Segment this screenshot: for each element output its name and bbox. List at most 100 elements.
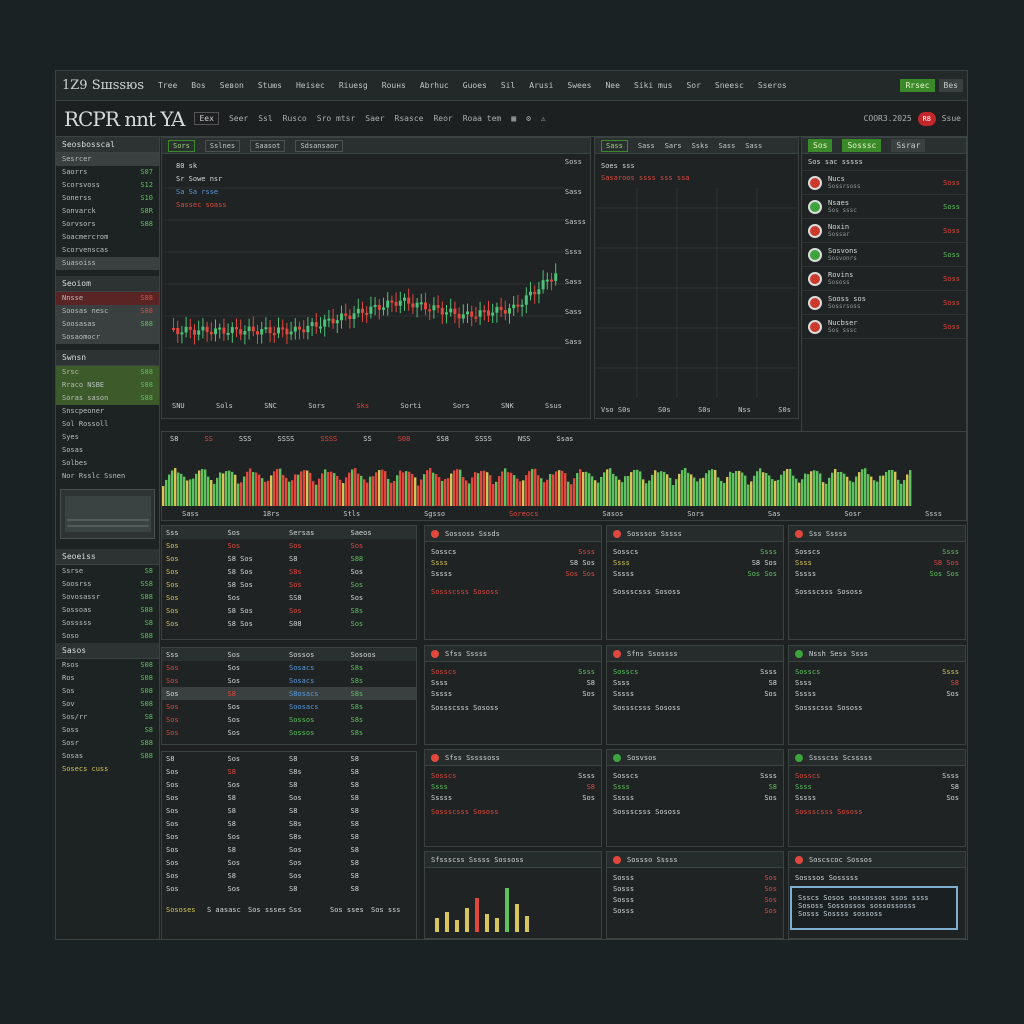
menu-item[interactable]: Nee xyxy=(605,81,619,90)
sidebar-item[interactable]: Nnsse S88 xyxy=(56,292,159,305)
table-row[interactable]: Sos Sos Sossos S8s xyxy=(162,726,416,739)
tab-chart[interactable]: Sass xyxy=(638,142,655,150)
sidebar-item[interactable]: Sos S08 xyxy=(56,685,159,698)
list-card[interactable]: Sossso Sssss Sosss Sos Sosss Sos Sosss Sos … xyxy=(606,851,784,939)
sidebar-item[interactable]: Solbes xyxy=(56,457,159,470)
list-item[interactable]: Nucbser Sos sssc Soss xyxy=(802,315,966,339)
market-card[interactable]: Nssh Sess Ssss Sosscs Ssss Ssss S8 Sssss So… xyxy=(788,645,966,745)
menu-item[interactable]: Sor xyxy=(686,81,700,90)
market-card[interactable]: Sss Sssss Sosscs Ssss Ssss S8 Sos Sssss Sos… xyxy=(788,525,966,640)
table-row[interactable]: Sos S8 S8 S8 xyxy=(162,804,416,817)
secondary-chart-grid[interactable] xyxy=(597,188,797,408)
table-row[interactable]: Sos Sos Sosacs S8s xyxy=(162,661,416,674)
sidebar-item[interactable]: Saorrs S07 xyxy=(56,166,159,179)
sidebar-item[interactable]: Sovosassr S88 xyxy=(56,591,159,604)
toolbar-item[interactable]: Rsasce xyxy=(395,114,424,123)
menu-item[interactable]: Sseros xyxy=(758,81,787,90)
sidebar-item[interactable]: Sosas S88 xyxy=(56,750,159,763)
sidebar-item[interactable]: Sol Rossoll xyxy=(56,418,159,431)
alert-icon[interactable]: ⚠ xyxy=(541,114,546,123)
sidebar-item[interactable]: Sorvsors S88 xyxy=(56,218,159,231)
table-row[interactable]: Sos S8 Sos S08 Sos xyxy=(162,617,416,630)
sidebar-item[interactable]: Soosas nesc S88 xyxy=(56,305,159,318)
menu-item[interactable]: Sil xyxy=(501,81,515,90)
market-card[interactable]: Sosvsos Sosscs Ssss Ssss S8 Sssss Sos Sosss… xyxy=(606,749,784,847)
toolbar-item[interactable]: Sro mtsr xyxy=(317,114,356,123)
market-card[interactable]: Sfns Ssossss Sosscs Ssss Ssss S8 Sssss Sos … xyxy=(606,645,784,745)
toolbar-item[interactable]: Seer xyxy=(229,114,248,123)
sidebar-item[interactable]: Ssrse S8 xyxy=(56,565,159,578)
sidebar-item[interactable]: Scorsvoss S12 xyxy=(56,179,159,192)
table-row[interactable]: Sos Sos SS8 Sos xyxy=(162,591,416,604)
list-item[interactable]: Nsaes Sos sssc Soss xyxy=(802,195,966,219)
sidebar-item[interactable]: Rraco NSBE S88 xyxy=(56,379,159,392)
tab-chart[interactable]: Ssks xyxy=(692,142,709,150)
grid-icon[interactable]: ▦ xyxy=(511,114,516,123)
candlestick-chart[interactable] xyxy=(164,158,564,388)
market-card[interactable]: Sssscss Scsssss Sosscs Ssss Ssss S8 Sssss S… xyxy=(788,749,966,847)
tab-chart[interactable]: Sars xyxy=(665,142,682,150)
menu-item[interactable]: Rouнs xyxy=(382,81,406,90)
list-item[interactable]: Sooss sos Sossrsoss Soss xyxy=(802,291,966,315)
highlighted-info-box[interactable]: Ssscs Sosos sossossos ssos ssss Sososs S… xyxy=(790,886,958,930)
sidebar-item[interactable]: Soosrss SS8 xyxy=(56,578,159,591)
mini-chart-card[interactable]: Sfssscss Sssss Sossoss xyxy=(424,851,602,939)
filter-button[interactable]: Ssrar xyxy=(891,139,926,152)
table-row[interactable]: Sos S8 S8s S8 xyxy=(162,817,416,830)
sidebar-item[interactable]: Sonvarck S8R xyxy=(56,205,159,218)
table-row[interactable]: Sos Sos Sos Sos xyxy=(162,539,416,552)
table-row[interactable]: Sos S8 S8s S8 xyxy=(162,765,416,778)
sidebar-item[interactable]: Sosas xyxy=(56,444,159,457)
menu-item[interactable]: Riuesg xyxy=(339,81,368,90)
sidebar-item[interactable]: Ros S08 xyxy=(56,672,159,685)
tab-chart[interactable]: Sslnes xyxy=(204,139,241,152)
table-row[interactable]: Sos Sos Sossos S8s xyxy=(162,713,416,726)
tab-chart[interactable]: Sdsansaor xyxy=(295,139,344,152)
menu-item[interactable]: Siki mus xyxy=(634,81,673,90)
table-row[interactable]: Sos Sos Sosacs S8s xyxy=(162,674,416,687)
market-card[interactable]: Sosssos Sssss Sosscs Ssss Ssss S8 Sos Ssss… xyxy=(606,525,784,640)
sidebar-item[interactable]: Snscpeoner xyxy=(56,405,159,418)
toolbar-item[interactable]: Reor xyxy=(433,114,452,123)
menu-item[interactable]: Heisec xyxy=(296,81,325,90)
table-row[interactable]: Sos Sos S8s S8 xyxy=(162,830,416,843)
market-card[interactable]: Sfss Sssss Sosscs Ssss Ssss S8 Sssss Sos So… xyxy=(424,645,602,745)
notification-badge[interactable]: R8 xyxy=(917,111,936,126)
sidebar-item[interactable]: Soso S88 xyxy=(56,630,159,643)
sidebar-item[interactable]: Srsc S88 xyxy=(56,366,159,379)
menu-item[interactable]: Guoes xyxy=(463,81,487,90)
sidebar-item[interactable]: Nor Rsslc Ssnen xyxy=(56,470,159,483)
table-row[interactable]: Sos Sos Sos S8 xyxy=(162,856,416,869)
sidebar-item[interactable]: Sonerss S10 xyxy=(56,192,159,205)
sidebar-item[interactable]: Sosaomocr xyxy=(56,331,159,344)
sidebar-item[interactable]: Soosasas S88 xyxy=(56,318,159,331)
toolbar-field[interactable]: Eex xyxy=(194,112,219,125)
table-row[interactable]: Sos S8 S8osacs S8s xyxy=(162,687,416,700)
tab-chart[interactable]: Sors xyxy=(168,139,195,152)
sidebar-item[interactable]: Scorvenscas xyxy=(56,244,159,257)
menu-item[interactable]: Bos xyxy=(191,81,205,90)
menu-item[interactable]: Arusi xyxy=(529,81,553,90)
market-card[interactable]: Sfss Sssssoss Sosscs Ssss Ssss S8 Sssss Sos… xyxy=(424,749,602,847)
sidebar-item[interactable]: Sosssss S8 xyxy=(56,617,159,630)
menu-item[interactable]: Swees xyxy=(567,81,591,90)
menu-item[interactable]: Abrhuc xyxy=(420,81,449,90)
toolbar-item[interactable]: Ssue xyxy=(942,114,961,123)
toolbar-item[interactable]: Ssl xyxy=(258,114,272,123)
table-row[interactable]: Sos S8 Sos S8 xyxy=(162,869,416,882)
sidebar-item[interactable]: Sossoas S88 xyxy=(56,604,159,617)
sidebar-item[interactable]: Syes xyxy=(56,431,159,444)
sidebar-item[interactable]: Soss S8 xyxy=(56,724,159,737)
sidebar-item[interactable]: Sov S08 xyxy=(56,698,159,711)
table-row[interactable]: Sos S8 Sos S8 S88 xyxy=(162,552,416,565)
table-row[interactable]: Sos S8 Sos S8 xyxy=(162,843,416,856)
toolbar-item[interactable]: Saer xyxy=(365,114,384,123)
menu-item[interactable]: Stuюs xyxy=(258,81,282,90)
tab-chart[interactable]: Sass xyxy=(745,142,762,150)
filter-button[interactable]: Sosssc xyxy=(842,139,882,152)
list-item[interactable]: Rovins Sososs Soss xyxy=(802,267,966,291)
volume-bars[interactable] xyxy=(162,466,922,506)
menu-item[interactable]: Tree xyxy=(158,81,177,90)
sidebar-item[interactable]: Soras sason S88 xyxy=(56,392,159,405)
sidebar-item[interactable]: Rsos S08 xyxy=(56,659,159,672)
